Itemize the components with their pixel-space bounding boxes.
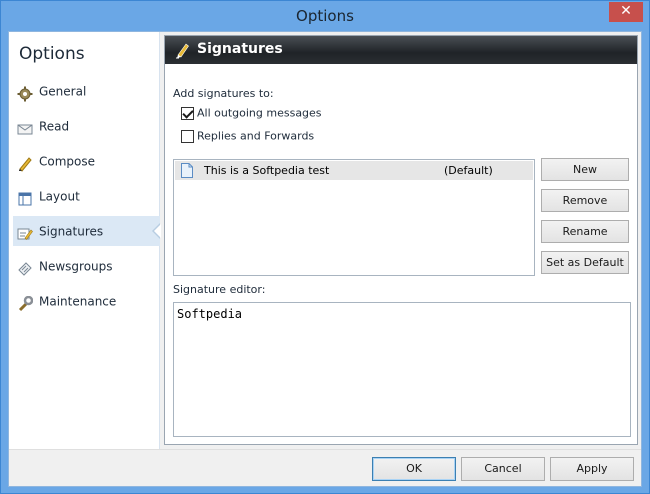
dialog-client: Options General Read Compose Layout Sign…	[8, 31, 642, 487]
signature-name: This is a Softpedia test	[204, 164, 330, 177]
wrench-icon	[17, 293, 34, 311]
rename-button[interactable]: Rename	[541, 220, 629, 243]
close-button[interactable]: ✕	[609, 2, 643, 22]
apply-button[interactable]: Apply	[550, 457, 634, 481]
signature-pen-icon	[175, 41, 191, 59]
selection-pointer-fill	[154, 224, 161, 238]
layout-icon	[17, 188, 33, 205]
sidebar-item-label: Newsgroups	[39, 259, 113, 274]
document-icon	[181, 163, 193, 178]
options-window: Options ✕ Options General Read Compose L…	[0, 0, 650, 494]
envelope-icon	[17, 118, 33, 134]
sidebar-title: Options	[19, 44, 85, 64]
signature-icon	[17, 223, 33, 240]
signatures-list[interactable]: This is a Softpedia test (Default)	[173, 159, 535, 276]
signature-status: (Default)	[444, 164, 493, 177]
panel-header: Signatures	[165, 36, 637, 64]
sidebar-item-label: Maintenance	[39, 294, 117, 309]
panel-title: Signatures	[197, 41, 283, 57]
signature-editor[interactable]: Softpedia	[173, 302, 631, 437]
sidebar-item-read[interactable]: Read	[13, 111, 160, 141]
add-signatures-label: Add signatures to:	[173, 87, 274, 100]
sidebar-item-label: Signatures	[39, 224, 104, 239]
sidebar-item-label: General	[39, 84, 87, 99]
all-outgoing-checkbox[interactable]: All outgoing messages	[181, 106, 322, 122]
list-item[interactable]: This is a Softpedia test (Default)	[175, 161, 533, 180]
sidebar-item-label: Read	[39, 119, 70, 134]
title-bar[interactable]: Options ✕	[1, 1, 649, 31]
sidebar-item-maintenance[interactable]: Maintenance	[13, 286, 160, 316]
signatures-panel: Signatures Add signatures to: All outgoi…	[164, 35, 638, 445]
checkbox-checked[interactable]	[181, 106, 194, 120]
sidebar-item-label: Compose	[39, 154, 96, 169]
sidebar: Options General Read Compose Layout Sign…	[9, 32, 161, 449]
signature-editor-label: Signature editor:	[173, 283, 266, 296]
gear-icon	[17, 83, 33, 101]
window-title: Options	[296, 7, 354, 25]
cancel-button[interactable]: Cancel	[461, 457, 545, 481]
sidebar-item-newsgroups[interactable]: Newsgroups	[13, 251, 160, 281]
remove-button[interactable]: Remove	[541, 189, 629, 212]
replies-forwards-checkbox[interactable]: Replies and Forwards	[181, 129, 314, 145]
checkbox-unchecked[interactable]	[181, 129, 194, 143]
newsgroups-icon	[17, 258, 33, 276]
sidebar-item-layout[interactable]: Layout	[13, 181, 160, 211]
sidebar-item-general[interactable]: General	[13, 76, 160, 106]
pencil-icon	[17, 153, 33, 172]
sidebar-item-label: Layout	[39, 189, 80, 204]
dialog-footer: OK Cancel Apply	[9, 449, 641, 486]
new-button[interactable]: New	[541, 158, 629, 181]
sidebar-item-compose[interactable]: Compose	[13, 146, 160, 176]
ok-button[interactable]: OK	[372, 457, 456, 481]
sidebar-item-signatures[interactable]: Signatures	[13, 216, 161, 246]
set-as-default-button[interactable]: Set as Default	[541, 251, 629, 274]
